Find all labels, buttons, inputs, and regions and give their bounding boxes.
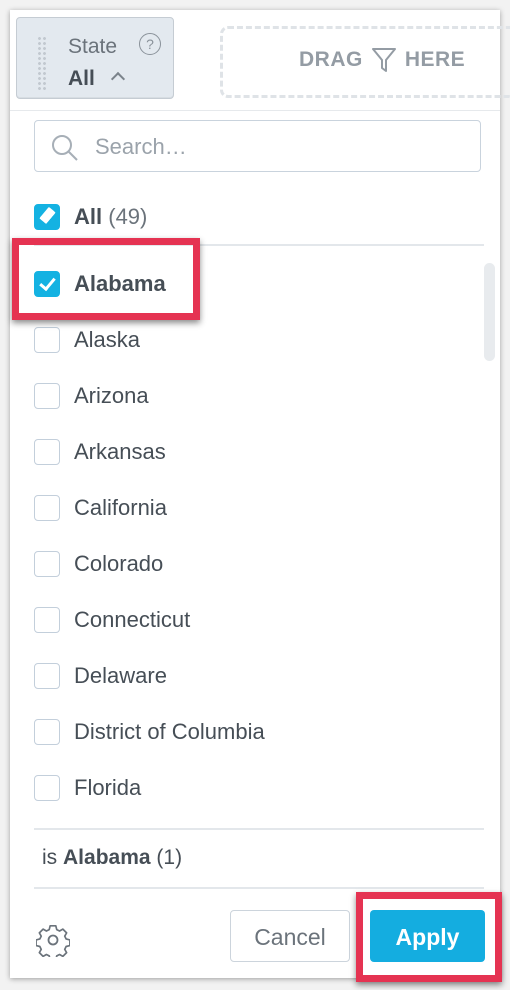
item-label: District of Columbia [74,719,265,744]
cancel-button[interactable]: Cancel [230,910,350,962]
item-label: Connecticut [74,607,191,632]
funnel-icon [371,48,396,72]
select-all-count: (49) [108,204,148,229]
filter-value: All [68,67,95,90]
item-checkbox[interactable] [34,383,60,409]
item-checkbox[interactable] [34,495,60,521]
list-item[interactable]: District of Columbia [34,704,454,760]
item-checkbox[interactable] [34,551,60,577]
divider [34,828,484,830]
state-list: Alabama Alaska Arizona Arkansas Californ… [34,256,454,816]
item-checkbox[interactable] [34,663,60,689]
list-item[interactable]: Connecticut [34,592,454,648]
item-checkbox[interactable] [34,775,60,801]
item-label: Colorado [74,551,164,576]
drop-zone-text-drag: DRAG [299,48,363,71]
divider [34,887,484,889]
chevron-up-icon [110,71,126,87]
item-label: Arkansas [74,439,166,464]
item-label: Delaware [74,663,167,688]
list-scrollbar[interactable] [484,263,495,361]
selection-summary: is Alabama (1) [42,846,182,870]
item-label: California [74,495,167,520]
list-item[interactable]: Florida [34,760,454,816]
search-box [34,120,481,172]
search-input[interactable] [93,131,467,163]
filter-bar: State ? All DRAG HERE [10,10,510,111]
highlight-annotation-alabama [12,238,200,320]
gear-icon[interactable] [36,923,70,957]
filter-drop-zone[interactable]: DRAG HERE [220,26,510,98]
summary-count: (1) [156,846,183,869]
state-filter-chip[interactable]: State ? All [16,17,174,99]
select-all-row[interactable]: All (49) [34,202,147,232]
item-label: Arizona [74,383,149,408]
list-item[interactable]: Arkansas [34,424,454,480]
list-item[interactable]: Colorado [34,536,454,592]
drop-zone-text-here: HERE [404,48,466,71]
item-label: Florida [74,775,142,800]
list-item[interactable]: California [34,480,454,536]
select-all-checkbox[interactable] [34,204,60,230]
item-checkbox[interactable] [34,439,60,465]
select-all-label: All [74,204,103,229]
highlight-annotation-apply [356,892,502,982]
attribute-filter-panel: State ? All DRAG HERE All (49) [10,10,510,978]
summary-value: Alabama [63,846,151,869]
question-circle-icon[interactable]: ? [139,33,161,55]
item-checkbox[interactable] [34,607,60,633]
drag-handle-icon[interactable] [37,36,47,90]
list-item[interactable]: Alaska [34,312,454,368]
list-item[interactable]: Arizona [34,368,454,424]
summary-prefix: is [42,846,58,869]
filter-label: State [68,35,118,58]
item-label: Alaska [74,327,141,352]
list-item[interactable]: Delaware [34,648,454,704]
item-checkbox[interactable] [34,327,60,353]
search-icon [52,135,78,161]
item-checkbox[interactable] [34,719,60,745]
